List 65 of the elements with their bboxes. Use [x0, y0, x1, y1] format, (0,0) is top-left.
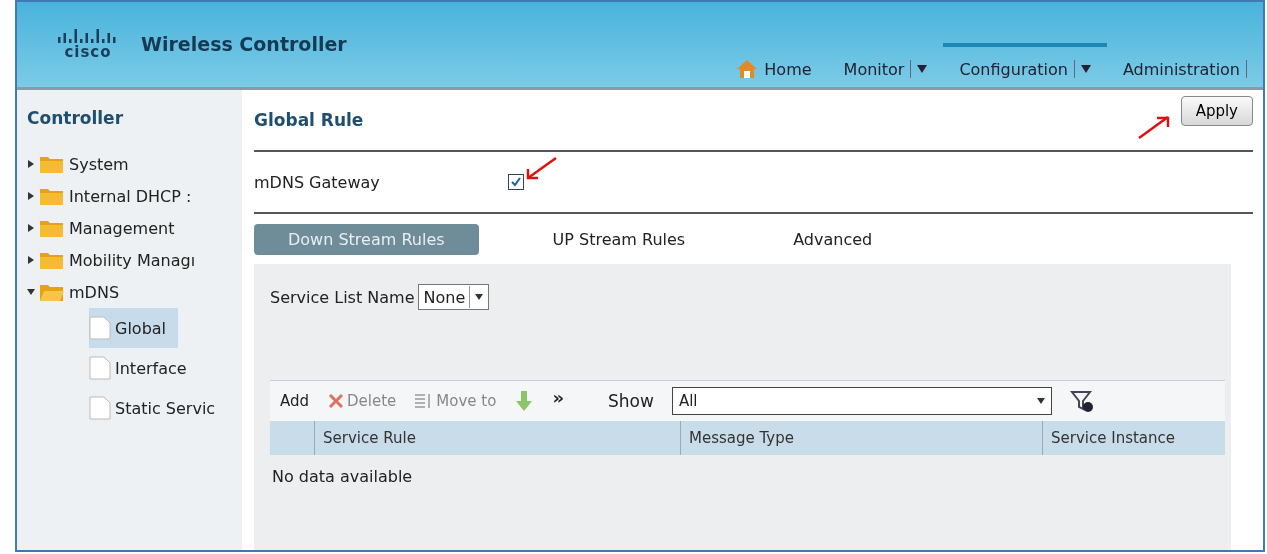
column-header[interactable]: Service Instance — [1042, 421, 1225, 455]
tree-label: Static Servic — [115, 398, 216, 418]
tree-label: Internal DHCP : — [69, 186, 192, 206]
nav-tab[interactable]: Administration — [1106, 43, 1263, 79]
expand-arrow-icon[interactable] — [27, 224, 35, 232]
open-folder-icon — [39, 282, 65, 302]
collapse-arrow-icon[interactable] — [27, 288, 35, 296]
tab[interactable]: Advanced — [759, 223, 907, 255]
column-header[interactable]: Message Type — [680, 421, 1042, 455]
nav-label: Monitor — [843, 59, 905, 79]
annotation-arrow — [1136, 114, 1171, 140]
folder-icon — [39, 218, 65, 238]
page-icon — [89, 396, 111, 420]
tree-item[interactable]: Interface — [89, 348, 199, 388]
logo-bars-icon — [57, 27, 119, 43]
page-icon — [89, 316, 111, 340]
tree-item[interactable]: Mobility Managı — [27, 244, 208, 276]
nav-label: Configuration — [959, 59, 1068, 79]
folder-icon — [39, 250, 65, 270]
close-icon — [327, 392, 346, 410]
tree-label: Global — [115, 318, 167, 338]
filter-icon[interactable] — [1069, 389, 1094, 413]
tree-label: Mobility Managı — [69, 250, 196, 270]
expand-arrow-icon[interactable] — [27, 192, 35, 200]
apply-button[interactable]: Apply — [1180, 96, 1253, 126]
home-icon — [736, 59, 759, 79]
dropdown-icon[interactable] — [1080, 65, 1091, 73]
empty-message: No data available — [271, 466, 414, 486]
add-button[interactable]: Add — [280, 392, 310, 410]
tab[interactable]: UP Stream Rules — [518, 223, 720, 255]
caret-icon — [475, 294, 484, 300]
tree-label: System — [69, 154, 129, 174]
tree-item[interactable]: Management — [27, 212, 187, 244]
tree-label: Management — [69, 218, 175, 238]
checkbox[interactable] — [507, 174, 524, 190]
field-label: Service List Name — [270, 287, 415, 307]
sidebar-title: Controller — [27, 108, 124, 128]
tree-item[interactable]: Internal DHCP : — [27, 180, 204, 212]
expand-arrow-icon[interactable] — [27, 256, 35, 264]
more-button[interactable]: » — [552, 386, 565, 408]
page-title: Global Rule — [254, 110, 364, 130]
app-title: Wireless Controller — [141, 33, 347, 55]
field-label: mDNS Gateway — [254, 172, 380, 192]
logo-text: cisco — [64, 43, 112, 61]
nav-tab[interactable]: Monitor — [827, 43, 944, 79]
tree-item[interactable]: Static Servic — [89, 388, 228, 428]
service-list-dropdown[interactable]: None — [418, 284, 490, 310]
nav-label: Home — [764, 59, 812, 79]
tree-item[interactable]: mDNS — [27, 276, 132, 308]
page-icon — [89, 356, 111, 380]
tree-label: mDNS — [69, 282, 120, 302]
show-dropdown[interactable]: All — [671, 387, 1052, 415]
expand-arrow-icon[interactable] — [27, 160, 35, 168]
nav-tab[interactable]: Configuration — [943, 43, 1107, 79]
tree-label: Interface — [115, 358, 187, 378]
show-label: Show — [608, 391, 654, 411]
dropdown-icon[interactable] — [917, 65, 928, 73]
nav-tab[interactable]: Home — [720, 43, 828, 79]
folder-icon — [39, 186, 65, 206]
folder-icon — [39, 154, 65, 174]
tree-item[interactable]: Global — [89, 308, 179, 348]
caret-icon — [1036, 398, 1045, 404]
tree-item[interactable]: System — [27, 148, 141, 180]
column-header[interactable]: Service Rule — [314, 421, 680, 455]
nav-label: Administration — [1122, 59, 1240, 79]
